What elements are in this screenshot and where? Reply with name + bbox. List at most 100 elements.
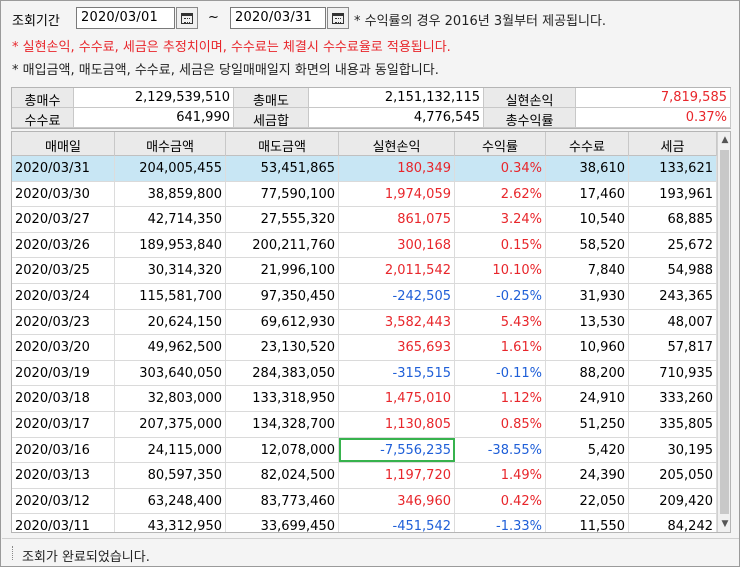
cell-trade-date[interactable]: 2020/03/24: [12, 283, 115, 309]
start-calendar-button[interactable]: [176, 7, 198, 29]
cell-sell-amount[interactable]: 27,555,320: [226, 207, 339, 232]
cell-return-rate[interactable]: -0.11%: [455, 360, 546, 386]
cell-sell-amount[interactable]: 133,318,950: [226, 386, 339, 411]
cell-realized-pl[interactable]: 180,349: [339, 156, 455, 181]
cell-realized-pl[interactable]: -315,515: [339, 360, 455, 386]
cell-realized-pl[interactable]: 1,475,010: [339, 386, 455, 411]
cell-trade-date[interactable]: 2020/03/31: [12, 156, 115, 181]
cell-sell-amount[interactable]: 134,328,700: [226, 411, 339, 437]
cell-realized-pl[interactable]: 1,130,805: [339, 411, 455, 437]
cell-return-rate[interactable]: 0.42%: [455, 488, 546, 514]
cell-buy-amount[interactable]: 38,859,800: [115, 181, 226, 207]
cell-realized-pl[interactable]: 2,011,542: [339, 258, 455, 283]
table-row[interactable]: 2020/03/19 303,640,050 284,383,050 -315,515…: [12, 360, 717, 387]
cell-fee[interactable]: 58,520: [546, 232, 629, 258]
cell-tax[interactable]: 209,420: [629, 488, 717, 514]
table-row[interactable]: 2020/03/12 63,248,400 83,773,460 346,960 0.4…: [12, 488, 717, 515]
header-trade-date[interactable]: 매매일: [12, 132, 115, 156]
cell-realized-pl[interactable]: 1,974,059: [339, 181, 455, 207]
scroll-down-icon[interactable]: ▼: [718, 516, 730, 532]
cell-fee[interactable]: 51,250: [546, 411, 629, 437]
cell-trade-date[interactable]: 2020/03/30: [12, 181, 115, 207]
cell-realized-pl[interactable]: 346,960: [339, 488, 455, 514]
cell-tax[interactable]: 54,988: [629, 258, 717, 283]
scroll-up-icon[interactable]: ▲: [718, 132, 730, 148]
daily-trade-grid[interactable]: 매매일 매수금액 매도금액 실현손익 수익률 수수료 세금 2020/03/31…: [11, 131, 731, 533]
cell-tax[interactable]: 84,242: [629, 514, 717, 532]
cell-sell-amount[interactable]: 83,773,460: [226, 488, 339, 514]
end-date-input[interactable]: 2020/03/31: [230, 7, 326, 29]
cell-tax[interactable]: 205,050: [629, 463, 717, 488]
cell-return-rate[interactable]: -38.55%: [455, 437, 546, 463]
cell-trade-date[interactable]: 2020/03/26: [12, 232, 115, 258]
cell-sell-amount[interactable]: 23,130,520: [226, 335, 339, 360]
table-row[interactable]: 2020/03/26 189,953,840 200,211,760 300,168 0…: [12, 232, 717, 259]
cell-sell-amount[interactable]: 69,612,930: [226, 309, 339, 335]
header-return-rate[interactable]: 수익률: [455, 132, 546, 156]
cell-fee[interactable]: 88,200: [546, 360, 629, 386]
table-row[interactable]: 2020/03/31 204,005,455 53,451,865 180,349 0.…: [12, 156, 717, 182]
cell-buy-amount[interactable]: 30,314,320: [115, 258, 226, 283]
cell-tax[interactable]: 133,621: [629, 156, 717, 181]
cell-trade-date[interactable]: 2020/03/23: [12, 309, 115, 335]
cell-tax[interactable]: 335,805: [629, 411, 717, 437]
table-row[interactable]: 2020/03/23 20,624,150 69,612,930 3,582,443 5…: [12, 309, 717, 336]
cell-fee[interactable]: 24,910: [546, 386, 629, 411]
cell-fee[interactable]: 7,840: [546, 258, 629, 283]
cell-tax[interactable]: 333,260: [629, 386, 717, 411]
cell-sell-amount[interactable]: 82,024,500: [226, 463, 339, 488]
cell-tax[interactable]: 25,672: [629, 232, 717, 258]
header-fee[interactable]: 수수료: [546, 132, 629, 156]
cell-fee[interactable]: 11,550: [546, 514, 629, 532]
cell-trade-date[interactable]: 2020/03/19: [12, 360, 115, 386]
cell-sell-amount[interactable]: 284,383,050: [226, 360, 339, 386]
header-realized-pl[interactable]: 실현손익: [339, 132, 455, 156]
cell-fee[interactable]: 22,050: [546, 488, 629, 514]
cell-realized-pl[interactable]: -7,556,235: [339, 437, 455, 463]
cell-return-rate[interactable]: 0.34%: [455, 156, 546, 181]
table-row[interactable]: 2020/03/20 49,962,500 23,130,520 365,693 1.6…: [12, 335, 717, 361]
table-row[interactable]: 2020/03/17 207,375,000 134,328,700 1,130,80…: [12, 411, 717, 438]
cell-trade-date[interactable]: 2020/03/20: [12, 335, 115, 360]
header-sell-amount[interactable]: 매도금액: [226, 132, 339, 156]
cell-return-rate[interactable]: 1.12%: [455, 386, 546, 411]
cell-return-rate[interactable]: 1.61%: [455, 335, 546, 360]
cell-trade-date[interactable]: 2020/03/13: [12, 463, 115, 488]
cell-sell-amount[interactable]: 200,211,760: [226, 232, 339, 258]
cell-buy-amount[interactable]: 303,640,050: [115, 360, 226, 386]
cell-buy-amount[interactable]: 115,581,700: [115, 283, 226, 309]
table-row[interactable]: 2020/03/18 32,803,000 133,318,950 1,475,010…: [12, 386, 717, 412]
cell-buy-amount[interactable]: 32,803,000: [115, 386, 226, 411]
cell-sell-amount[interactable]: 53,451,865: [226, 156, 339, 181]
cell-buy-amount[interactable]: 189,953,840: [115, 232, 226, 258]
scrollbar-thumb[interactable]: [720, 150, 729, 514]
cell-sell-amount[interactable]: 12,078,000: [226, 437, 339, 463]
cell-return-rate[interactable]: 1.49%: [455, 463, 546, 488]
table-row[interactable]: 2020/03/16 24,115,000 12,078,000 -7,556,235…: [12, 437, 717, 464]
cell-tax[interactable]: 68,885: [629, 207, 717, 232]
cell-trade-date[interactable]: 2020/03/16: [12, 437, 115, 463]
cell-buy-amount[interactable]: 204,005,455: [115, 156, 226, 181]
cell-return-rate[interactable]: -1.33%: [455, 514, 546, 532]
cell-trade-date[interactable]: 2020/03/18: [12, 386, 115, 411]
cell-tax[interactable]: 30,195: [629, 437, 717, 463]
cell-return-rate[interactable]: 0.15%: [455, 232, 546, 258]
header-buy-amount[interactable]: 매수금액: [115, 132, 226, 156]
table-row[interactable]: 2020/03/30 38,859,800 77,590,100 1,974,059 2…: [12, 181, 717, 208]
cell-tax[interactable]: 48,007: [629, 309, 717, 335]
cell-buy-amount[interactable]: 43,312,950: [115, 514, 226, 532]
cell-buy-amount[interactable]: 24,115,000: [115, 437, 226, 463]
cell-realized-pl[interactable]: -451,542: [339, 514, 455, 532]
cell-trade-date[interactable]: 2020/03/25: [12, 258, 115, 283]
vertical-scrollbar[interactable]: ▲ ▼: [717, 132, 730, 532]
cell-realized-pl[interactable]: 365,693: [339, 335, 455, 360]
cell-buy-amount[interactable]: 20,624,150: [115, 309, 226, 335]
cell-sell-amount[interactable]: 97,350,450: [226, 283, 339, 309]
cell-buy-amount[interactable]: 49,962,500: [115, 335, 226, 360]
start-date-input[interactable]: 2020/03/01: [76, 7, 175, 29]
cell-buy-amount[interactable]: 42,714,350: [115, 207, 226, 232]
table-row[interactable]: 2020/03/24 115,581,700 97,350,450 -242,505-…: [12, 283, 717, 310]
cell-return-rate[interactable]: 5.43%: [455, 309, 546, 335]
cell-sell-amount[interactable]: 33,699,450: [226, 514, 339, 532]
cell-realized-pl[interactable]: 3,582,443: [339, 309, 455, 335]
